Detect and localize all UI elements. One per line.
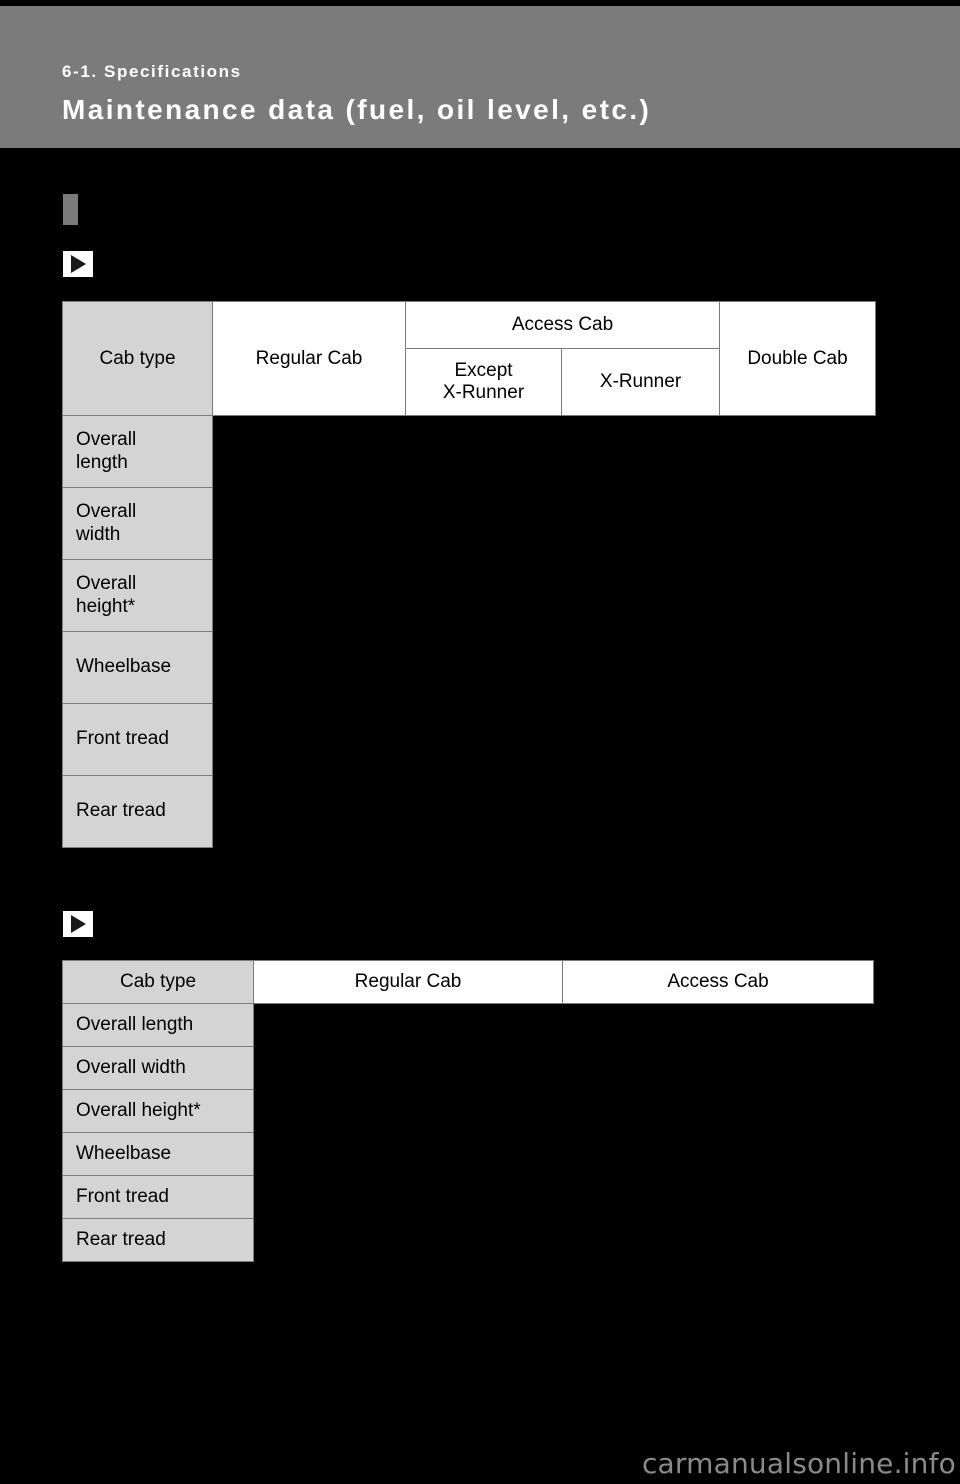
table-row: Wheelbase [62, 1132, 874, 1176]
cell-value [561, 487, 720, 560]
table-row: Wheelbase [62, 631, 876, 704]
play-triangle-icon [63, 911, 93, 937]
cell-value [253, 1003, 563, 1047]
cell-value [212, 415, 406, 488]
cell-value [405, 703, 562, 776]
cell-value [562, 1046, 874, 1090]
table-dimensions-in: Cab type Regular Cab Access Cab Double C… [62, 301, 876, 848]
table-row: Rear tread [62, 775, 876, 848]
cell-value [253, 1175, 563, 1219]
row-label-line2: length [76, 451, 128, 473]
cell-value [253, 1089, 563, 1133]
row-label-front-tread: Front tread [62, 703, 213, 776]
cell-value [719, 415, 876, 488]
site-watermark: carmanualsonline.info [641, 1447, 956, 1480]
header-cab-type: Cab type [62, 960, 254, 1004]
header-except-line2: X-Runner [442, 382, 525, 403]
header-except-line1: Except [454, 360, 513, 382]
cell-value [405, 631, 562, 704]
row-label-overall-length: Overall length [62, 1003, 254, 1047]
cell-value [562, 1089, 874, 1133]
row-label-overall-height: Overall height* [62, 559, 213, 632]
header-cab-type: Cab type [62, 301, 213, 416]
cell-value [562, 1003, 874, 1047]
cell-value [719, 775, 876, 848]
cell-value [562, 1132, 874, 1176]
cell-value [405, 487, 562, 560]
row-label-overall-width: Overall width [62, 487, 213, 560]
table-dimensions-mm: Cab type Regular Cab Access Cab Overall … [62, 960, 874, 1262]
header-access-cab: Access Cab [405, 301, 720, 349]
cell-value [561, 415, 720, 488]
cell-value [212, 559, 406, 632]
row-label-overall-length: Overall length [62, 415, 213, 488]
cell-value [561, 559, 720, 632]
cell-value [405, 775, 562, 848]
cell-value [719, 559, 876, 632]
row-label-wheelbase: Wheelbase [62, 631, 213, 704]
table-header-row: Cab type Regular Cab Access Cab [62, 960, 874, 1004]
cell-value [212, 703, 406, 776]
cell-value [253, 1046, 563, 1090]
row-label-line1: Overall [76, 429, 137, 451]
header-access-cab: Access Cab [562, 960, 874, 1004]
cell-value [562, 1175, 874, 1219]
row-label-line2: height* [76, 595, 136, 617]
cell-value [212, 631, 406, 704]
cell-value [719, 487, 876, 560]
header-xrunner: X-Runner [561, 348, 720, 416]
table-header-row: Cab type Regular Cab Access Cab Double C… [62, 301, 876, 416]
header-double-cab: Double Cab [719, 301, 876, 416]
cell-value [253, 1132, 563, 1176]
cell-value [561, 631, 720, 704]
cell-value [212, 775, 406, 848]
table-row: Overall height* [62, 1089, 874, 1133]
row-label-line1: Overall [76, 501, 137, 523]
section-marker-block [63, 194, 78, 225]
cell-value [719, 631, 876, 704]
cell-value [253, 1218, 563, 1262]
cell-value [212, 487, 406, 560]
row-label-rear-tread: Rear tread [62, 775, 213, 848]
row-label-wheelbase: Wheelbase [62, 1132, 254, 1176]
cell-value [561, 703, 720, 776]
table-row: Overall length [62, 1003, 874, 1047]
table-row: Overall width [62, 487, 876, 560]
table-row: Front tread [62, 703, 876, 776]
table-row: Front tread [62, 1175, 874, 1219]
cell-value [719, 703, 876, 776]
row-label-overall-height: Overall height* [62, 1089, 254, 1133]
cell-value [561, 775, 720, 848]
cell-value [405, 415, 562, 488]
row-label-line1: Overall [76, 573, 137, 595]
table-row: Overall width [62, 1046, 874, 1090]
page-title: Maintenance data (fuel, oil level, etc.) [62, 94, 652, 125]
play-triangle-icon [63, 251, 93, 277]
table-row: Rear tread [62, 1218, 874, 1262]
header-regular-cab: Regular Cab [253, 960, 563, 1004]
table-row: Overall height* [62, 559, 876, 632]
header-except-xrunner: Except X-Runner [405, 348, 562, 416]
cell-value [562, 1218, 874, 1262]
header-regular-cab: Regular Cab [212, 301, 406, 416]
cell-value [405, 559, 562, 632]
page-header-band: 6-1. Specifications Maintenance data (fu… [0, 6, 960, 148]
row-label-rear-tread: Rear tread [62, 1218, 254, 1262]
row-label-front-tread: Front tread [62, 1175, 254, 1219]
row-label-line2: width [76, 523, 121, 545]
breadcrumb: 6-1. Specifications [62, 62, 242, 81]
row-label-overall-width: Overall width [62, 1046, 254, 1090]
table-row: Overall length [62, 415, 876, 488]
